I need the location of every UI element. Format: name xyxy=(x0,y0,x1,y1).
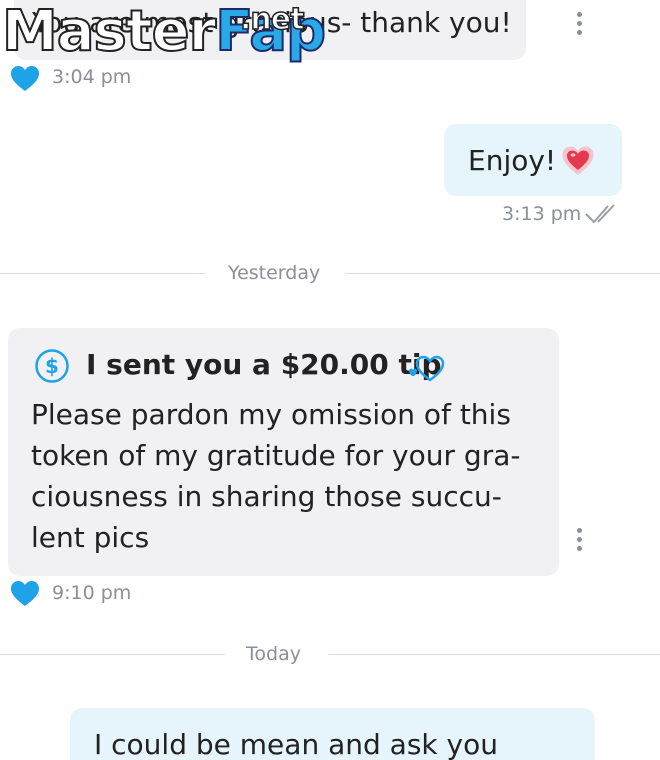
message-time: 3:04 pm xyxy=(52,66,132,88)
dollar-circle-icon: $ xyxy=(34,348,70,388)
svg-text:$: $ xyxy=(45,354,59,378)
message-line: lent pics xyxy=(31,521,150,554)
outgoing-message-bubble: I could be mean and ask you xyxy=(70,708,595,760)
tip-amount-label: I sent you a $20.00 tip xyxy=(86,348,442,381)
divider-line xyxy=(328,654,660,655)
divider-line xyxy=(0,654,225,655)
heart-emoji-icon xyxy=(561,145,595,181)
message-text: Please pardon my omission of this token … xyxy=(31,394,520,558)
watermark: MasterFap .net xyxy=(1,0,327,64)
message-text: Enjoy! xyxy=(468,144,557,177)
heart-icon[interactable] xyxy=(10,580,40,612)
message-menu-icon[interactable] xyxy=(577,12,583,39)
message-text: I could be mean and ask you xyxy=(94,728,498,760)
message-time: 9:10 pm xyxy=(52,582,132,604)
divider-line xyxy=(0,273,205,274)
heart-icon[interactable] xyxy=(10,65,40,97)
watermark-text: Master xyxy=(1,0,217,64)
outgoing-message-bubble: Enjoy! xyxy=(444,124,622,196)
date-divider-today: Today xyxy=(246,643,301,665)
message-menu-icon[interactable] xyxy=(577,528,583,555)
outline-heart-icon xyxy=(408,352,452,388)
watermark-suffix: .net xyxy=(239,1,305,38)
message-line: ciousness in sharing those succu- xyxy=(31,480,502,513)
message-line: Please pardon my omission of this xyxy=(31,398,511,431)
tip-message-bubble: $ I sent you a $20.00 tip Please pardon … xyxy=(8,328,559,576)
message-time: 3:13 pm xyxy=(502,203,582,225)
divider-line xyxy=(345,273,660,274)
message-line: token of my gratitude for your gra- xyxy=(31,439,521,472)
date-divider-yesterday: Yesterday xyxy=(228,262,321,284)
double-check-icon xyxy=(584,202,624,230)
